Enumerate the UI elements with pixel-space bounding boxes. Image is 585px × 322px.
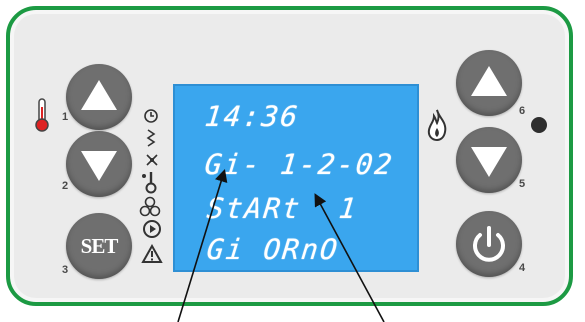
annotation-arrow-right [314,193,385,322]
annotation-arrows [177,168,385,322]
annotation-arrow-left [177,168,228,322]
